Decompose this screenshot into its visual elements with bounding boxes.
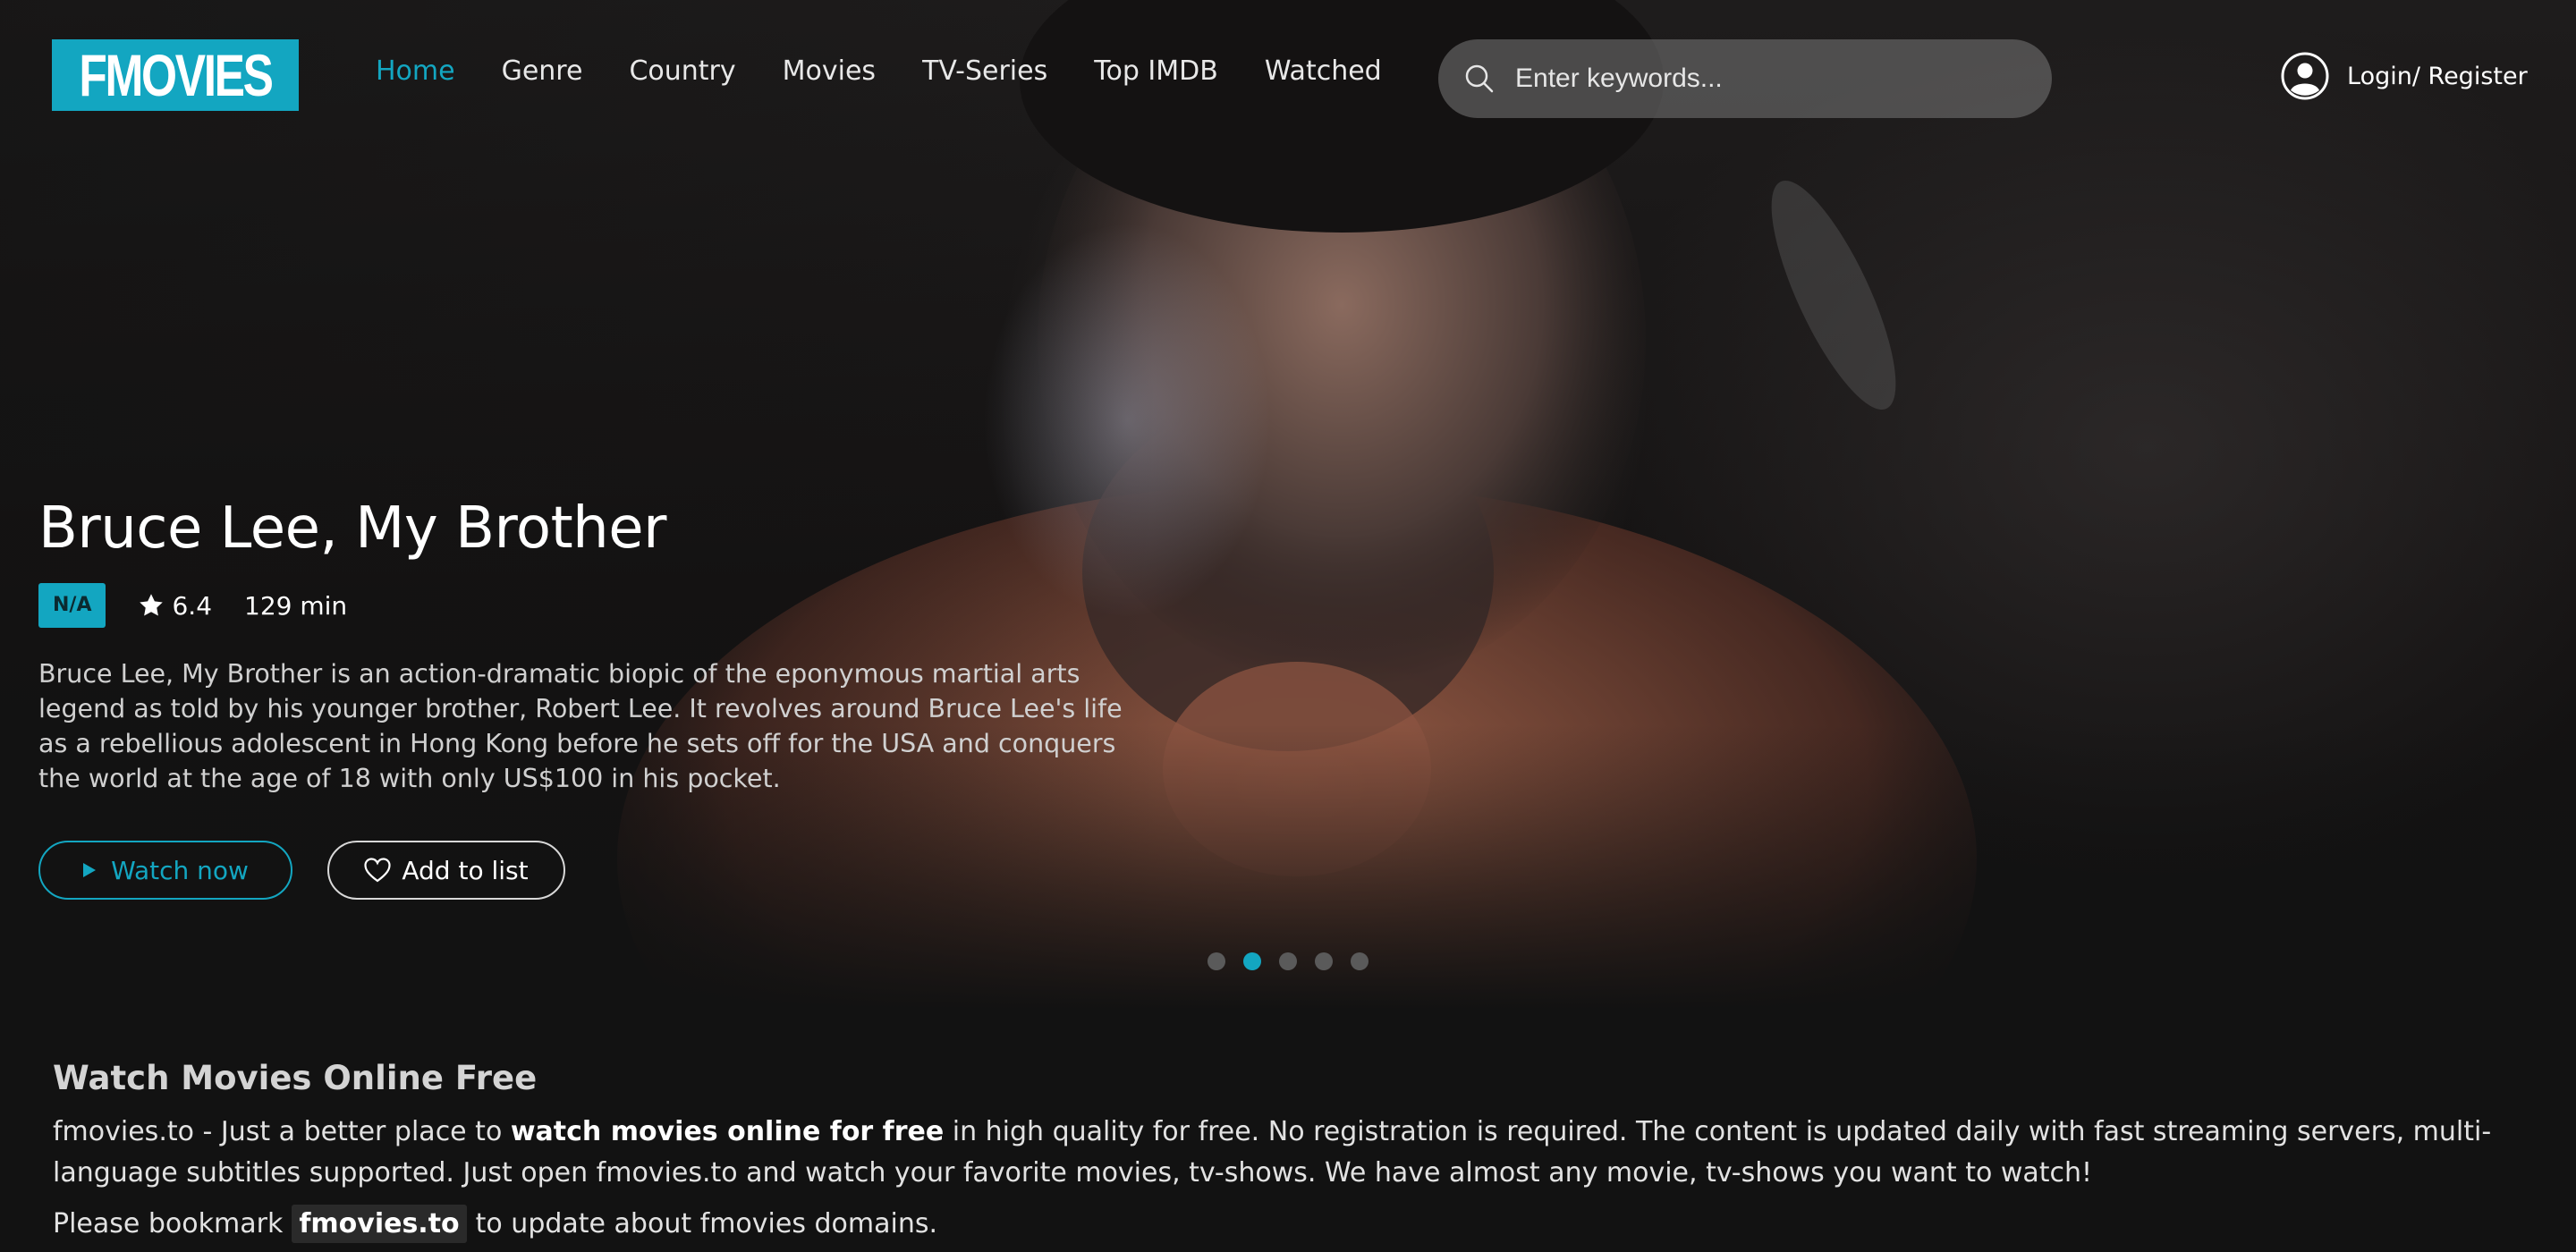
add-to-list-label: Add to list (402, 855, 529, 885)
nav-item-top-imdb[interactable]: Top IMDB (1094, 55, 1218, 87)
heart-icon (364, 858, 391, 883)
nav-item-movies[interactable]: Movies (783, 55, 876, 87)
watch-now-button[interactable]: Watch now (38, 841, 292, 900)
carousel-dot-1[interactable] (1208, 952, 1225, 970)
main-nav: Home Genre Country Movies TV-Series Top … (376, 55, 1382, 87)
login-register-link[interactable]: Login/ Register (2281, 52, 2528, 100)
domain-chip: fmovies.to (292, 1205, 467, 1243)
nav-item-country[interactable]: Country (629, 55, 735, 87)
info-text-highlight: watch movies online for free (510, 1116, 945, 1147)
user-circle-icon (2281, 52, 2329, 100)
site-header: FMOVIES Home Genre Country Movies TV-Ser… (0, 0, 2576, 157)
bookmark-text-start: Please bookmark (53, 1208, 284, 1239)
bookmark-note: Please bookmark fmovies.to to update abo… (53, 1205, 2504, 1243)
nav-item-tv-series[interactable]: TV-Series (922, 55, 1047, 87)
nav-item-watched[interactable]: Watched (1265, 55, 1382, 87)
watch-now-label: Watch now (111, 855, 249, 885)
bookmark-text-end: to update about fmovies domains. (475, 1208, 938, 1239)
site-logo[interactable]: FMOVIES (52, 39, 299, 111)
info-title: Watch Movies Online Free (53, 1059, 538, 1097)
carousel-pagination (1208, 952, 1368, 970)
star-icon (140, 594, 164, 616)
featured-meta: N/A 6.4 129 min (38, 582, 347, 629)
carousel-dot-4[interactable] (1315, 952, 1333, 970)
login-label: Login/ Register (2347, 62, 2528, 90)
add-to-list-button[interactable]: Add to list (327, 841, 565, 900)
rating-value: 6.4 (172, 590, 213, 621)
site-info-section: Watch Movies Online Free fmovies.to - Ju… (53, 1059, 2504, 1243)
carousel-dot-2[interactable] (1243, 952, 1261, 970)
logo-text: FMOVIES (79, 42, 274, 108)
info-text-start: fmovies.to - Just a better place to (53, 1116, 511, 1147)
carousel-dot-5[interactable] (1351, 952, 1368, 970)
nav-item-genre[interactable]: Genre (502, 55, 583, 87)
rating: 6.4 (138, 591, 212, 621)
play-icon (83, 863, 97, 877)
search-input[interactable] (1513, 63, 2052, 95)
duration: 129 min (244, 590, 348, 621)
search-icon[interactable] (1462, 61, 1497, 97)
nav-item-home[interactable]: Home (376, 55, 455, 87)
quality-badge: N/A (38, 583, 106, 628)
info-text: fmovies.to - Just a better place to watc… (53, 1112, 2504, 1194)
search-bar[interactable] (1438, 39, 2052, 118)
featured-title[interactable]: Bruce Lee, My Brother (38, 495, 666, 562)
featured-description: Bruce Lee, My Brother is an action-drama… (38, 659, 1123, 793)
carousel-dot-3[interactable] (1279, 952, 1297, 970)
